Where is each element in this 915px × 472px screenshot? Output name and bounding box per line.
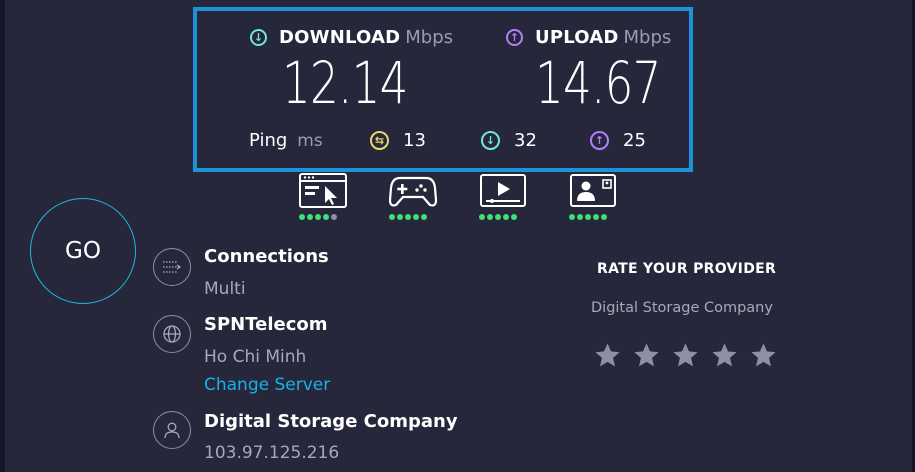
upload-speed-value: 14.67 xyxy=(535,49,661,117)
video-streaming-quality[interactable] xyxy=(478,172,528,220)
rating-dot xyxy=(421,214,427,220)
rating-stars xyxy=(593,341,778,370)
results-panel: ↓ DOWNLOAD Mbps 12.14 ↑ UPLOAD Mbps 14.6… xyxy=(193,7,693,172)
web-browsing-icon xyxy=(299,173,347,208)
video-chat-quality[interactable] xyxy=(568,172,618,220)
server-name: SPNTelecom xyxy=(204,314,328,335)
rating-dot xyxy=(323,214,329,220)
gaming-icon xyxy=(388,176,438,207)
star-icon[interactable] xyxy=(593,341,622,370)
ping-label-row: Ping ms xyxy=(249,130,323,151)
user-icon xyxy=(153,411,191,449)
star-icon[interactable] xyxy=(671,341,700,370)
rate-provider-name: Digital Storage Company xyxy=(591,300,773,316)
ping-upload: ↑ 25 xyxy=(590,130,646,151)
upload-arrow-icon: ↑ xyxy=(506,29,523,46)
ping-upload-value: 25 xyxy=(623,130,646,151)
rating-dot xyxy=(331,214,337,220)
globe-icon xyxy=(153,315,191,353)
star-icon[interactable] xyxy=(632,341,661,370)
web-browsing-quality[interactable] xyxy=(298,172,348,220)
provider-ip: 103.97.125.216 xyxy=(204,443,340,463)
globe-glyph xyxy=(163,325,181,343)
video-streaming-icon xyxy=(480,174,526,207)
change-server-link[interactable]: Change Server xyxy=(204,375,330,395)
ping-label: Ping xyxy=(249,130,288,151)
star-icon[interactable] xyxy=(749,341,778,370)
rating-dot xyxy=(397,214,403,220)
rating-dot xyxy=(495,214,501,220)
download-label: DOWNLOAD xyxy=(279,27,401,48)
ping-idle-value: 13 xyxy=(403,130,426,151)
rating-dot xyxy=(511,214,517,220)
rating-dot xyxy=(585,214,591,220)
rating-dot xyxy=(503,214,509,220)
rating-dot xyxy=(413,214,419,220)
rating-dot xyxy=(299,214,305,220)
ping-idle-icon: ⇆ xyxy=(370,131,389,150)
web-browsing-rating xyxy=(299,214,337,220)
go-button[interactable]: GO xyxy=(30,198,136,304)
download-unit: Mbps xyxy=(405,27,454,48)
rate-provider-title: RATE YOUR PROVIDER xyxy=(597,261,777,277)
gaming-quality[interactable] xyxy=(388,172,438,220)
video-chat-icon xyxy=(570,174,616,207)
upload-label: UPLOAD xyxy=(535,27,619,48)
connections-mode: Multi xyxy=(204,279,246,299)
left-edge xyxy=(0,0,5,472)
ping-upload-icon: ↑ xyxy=(590,131,609,150)
download-speed-value: 12.14 xyxy=(282,49,408,117)
rating-dot xyxy=(593,214,599,220)
rating-dot xyxy=(479,214,485,220)
connections-icon[interactable] xyxy=(153,248,191,286)
upload-header: ↑ UPLOAD Mbps xyxy=(506,27,671,48)
ping-download: ↓ 32 xyxy=(481,130,537,151)
provider-name: Digital Storage Company xyxy=(204,411,458,432)
download-arrow-icon: ↓ xyxy=(250,29,267,46)
video-streaming-rating xyxy=(479,214,517,220)
ping-idle: ⇆ 13 xyxy=(370,130,426,151)
ping-unit: ms xyxy=(297,130,323,151)
user-glyph xyxy=(164,422,180,439)
multi-connections-glyph xyxy=(163,261,182,273)
rating-dot xyxy=(315,214,321,220)
rating-dot xyxy=(405,214,411,220)
video-chat-rating xyxy=(569,214,607,220)
ping-download-value: 32 xyxy=(514,130,537,151)
rating-dot xyxy=(601,214,607,220)
ping-download-icon: ↓ xyxy=(481,131,500,150)
star-icon[interactable] xyxy=(710,341,739,370)
gaming-rating xyxy=(389,214,427,220)
download-header: ↓ DOWNLOAD Mbps xyxy=(250,27,453,48)
server-location: Ho Chi Minh xyxy=(204,347,307,367)
rating-dot xyxy=(577,214,583,220)
connections-title: Connections xyxy=(204,246,329,267)
rating-dot xyxy=(307,214,313,220)
rating-dot xyxy=(569,214,575,220)
rating-dot xyxy=(389,214,395,220)
upload-unit: Mbps xyxy=(623,27,672,48)
rating-dot xyxy=(487,214,493,220)
